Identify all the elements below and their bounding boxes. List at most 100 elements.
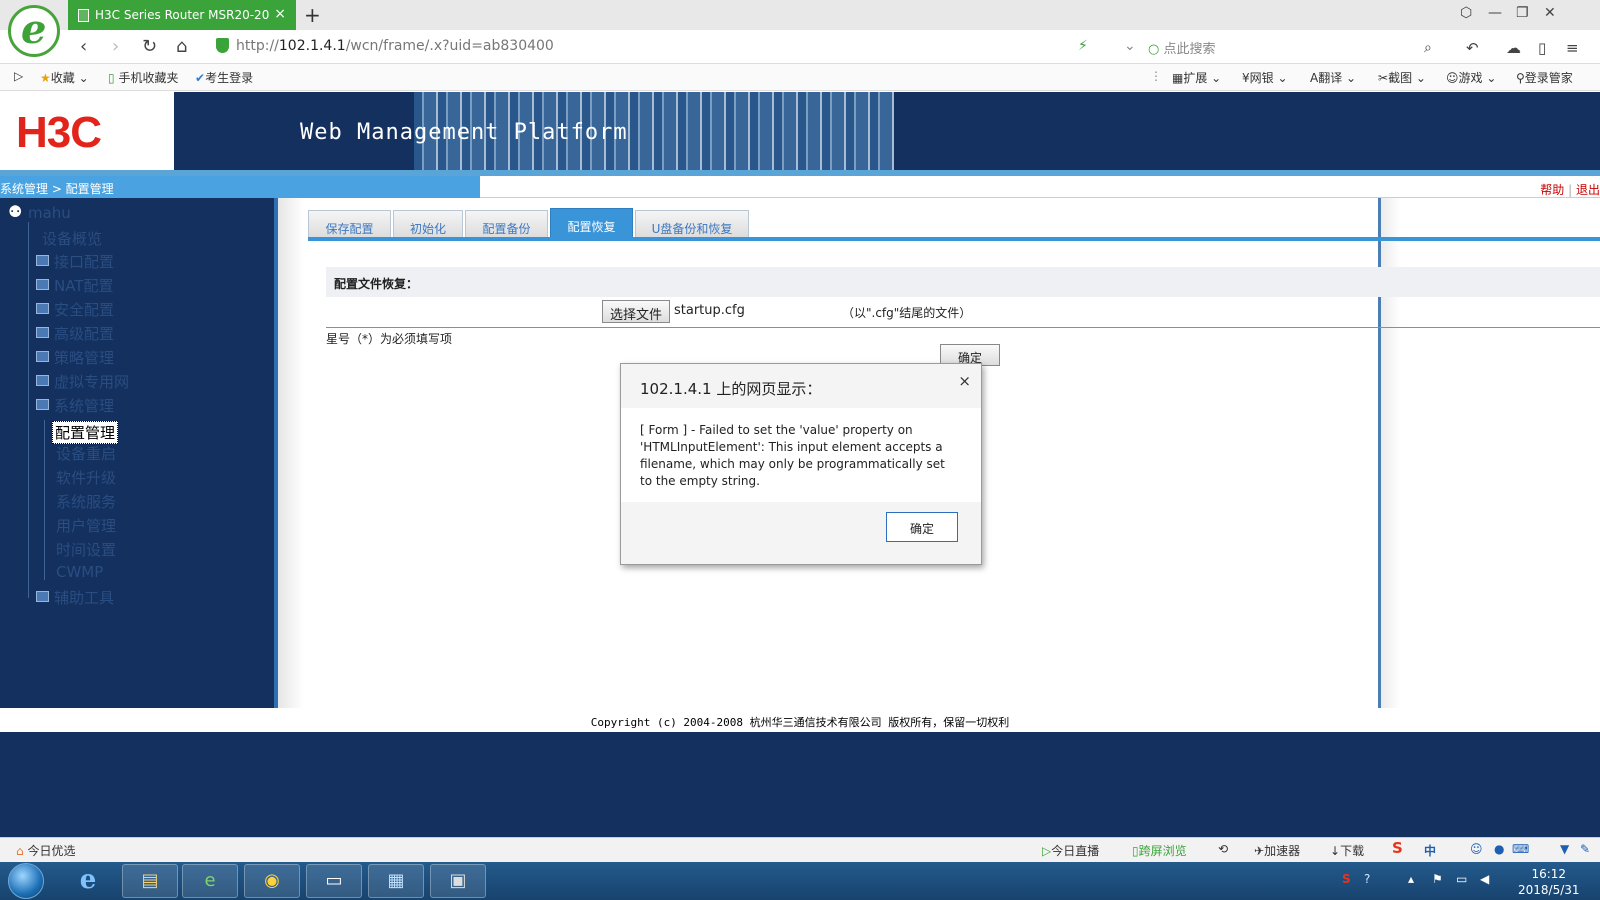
- sogou-ime-icon[interactable]: S: [1392, 839, 1403, 857]
- browser-taskbar-icon[interactable]: e: [182, 864, 238, 898]
- expand-icon[interactable]: [36, 279, 49, 290]
- speed-icon[interactable]: ⚡: [1078, 38, 1088, 54]
- sidebar-subitem-config-mgmt[interactable]: 配置管理: [52, 421, 119, 444]
- daily-picks[interactable]: ⌂ 今日优选: [16, 842, 75, 859]
- tool-games[interactable]: ☺游戏 ⌄: [1446, 69, 1496, 86]
- tray-help-icon[interactable]: ?: [1364, 872, 1370, 886]
- browser-logo-icon[interactable]: e: [8, 5, 60, 57]
- phone-icon[interactable]: ▯: [1538, 39, 1546, 57]
- sidebar-subitem-time[interactable]: 时间设置: [56, 539, 116, 560]
- search-input[interactable]: ○ 点此搜索: [1148, 38, 1438, 57]
- tab-config-backup[interactable]: 配置备份: [465, 210, 548, 238]
- tray-flag-icon[interactable]: ⚑: [1432, 872, 1443, 886]
- tool-extensions[interactable]: ▦扩展 ⌄: [1172, 69, 1221, 86]
- bookmark-exam-login[interactable]: ✔考生登录: [195, 69, 253, 86]
- ie-icon[interactable]: e: [60, 864, 116, 898]
- alert-dialog: 102.1.4.1 上的网页显示： × [ Form ] - Failed to…: [620, 363, 982, 565]
- tray-sogou-icon[interactable]: S: [1342, 872, 1351, 886]
- new-tab-button[interactable]: +: [304, 3, 321, 27]
- dialog-ok-button[interactable]: 确定: [886, 512, 958, 542]
- sidebar-subitem-upgrade[interactable]: 软件升级: [56, 467, 116, 488]
- chrome-icon[interactable]: ◉: [244, 864, 300, 898]
- bookmark-mobile[interactable]: ▯ 手机收藏夹: [108, 69, 178, 86]
- expand-icon[interactable]: [36, 327, 49, 338]
- restore-button[interactable]: ❐: [1516, 5, 1529, 21]
- sidebar-subitem-services[interactable]: 系统服务: [56, 491, 116, 512]
- cloud-icon[interactable]: ☁: [1506, 39, 1521, 57]
- system-clock[interactable]: 16:12 2018/5/31: [1518, 866, 1580, 898]
- shirt-icon[interactable]: ▼: [1560, 842, 1569, 856]
- home-icon[interactable]: ⌂: [176, 36, 187, 57]
- skin-icon[interactable]: ⬡: [1460, 5, 1472, 21]
- tray-network-icon[interactable]: ▭: [1456, 872, 1467, 886]
- sidebar-item-system[interactable]: 系统管理: [54, 395, 114, 416]
- mic-icon[interactable]: ●: [1494, 842, 1504, 856]
- tab-save-config[interactable]: 保存配置: [308, 210, 391, 238]
- menu-icon[interactable]: ≡: [1566, 39, 1579, 57]
- cmd-icon[interactable]: ▭: [306, 864, 362, 898]
- sidebar-item-vpn[interactable]: 虚拟专用网: [54, 371, 129, 392]
- expand-icon[interactable]: [36, 351, 49, 362]
- sidebar-user[interactable]: mahu: [28, 204, 71, 222]
- sidebar-subitem-cwmp[interactable]: CWMP: [56, 563, 103, 581]
- status-accelerator[interactable]: ✈加速器: [1254, 842, 1300, 859]
- tool-translate[interactable]: A翻译 ⌄: [1310, 69, 1356, 86]
- status-live[interactable]: ▷今日直播: [1042, 842, 1099, 859]
- dialog-close-icon[interactable]: ×: [958, 372, 971, 390]
- sidebar-item-advanced[interactable]: 高级配置: [54, 323, 114, 344]
- tool-bank[interactable]: ¥网银 ⌄: [1242, 69, 1288, 86]
- dropdown-chevron-icon[interactable]: ⌄: [1124, 38, 1136, 54]
- sidebar-subitem-users[interactable]: 用户管理: [56, 515, 116, 536]
- status-cross-screen[interactable]: ▯跨屏浏览: [1132, 842, 1187, 859]
- history-icon[interactable]: ⟲: [1218, 842, 1228, 856]
- sidebar-item-policy[interactable]: 策略管理: [54, 347, 114, 368]
- start-button[interactable]: [8, 863, 44, 899]
- choose-file-button[interactable]: 选择文件: [602, 300, 670, 323]
- sidebar-item-nat[interactable]: NAT配置: [54, 275, 113, 296]
- status-download[interactable]: ↓下载: [1330, 842, 1364, 859]
- tab-config-restore[interactable]: 配置恢复: [550, 208, 633, 238]
- tool-screenshot[interactable]: ✂截图 ⌄: [1378, 69, 1426, 86]
- expand-icon[interactable]: [36, 591, 49, 602]
- back-icon[interactable]: ‹: [80, 36, 87, 57]
- security-shield-icon[interactable]: [216, 38, 229, 53]
- sidebar-subitem-reboot[interactable]: 设备重启: [56, 443, 116, 464]
- more-icon[interactable]: ⋮: [1150, 69, 1162, 83]
- tab-usb-backup[interactable]: U盘备份和恢复: [635, 210, 749, 238]
- expand-icon[interactable]: [36, 303, 49, 314]
- ime-mode[interactable]: 中: [1424, 842, 1436, 859]
- forward-icon[interactable]: ›: [112, 36, 119, 57]
- tab-close-icon[interactable]: ×: [274, 6, 286, 22]
- explorer-icon[interactable]: ▤: [122, 864, 178, 898]
- keyboard-icon[interactable]: ⌨: [1512, 842, 1529, 856]
- sidebar-item-interface[interactable]: 接口配置: [54, 251, 114, 272]
- play-icon: ▷: [1042, 844, 1052, 858]
- tool-login-manager[interactable]: ⚲登录管家: [1516, 69, 1573, 86]
- expand-icon[interactable]: [36, 255, 49, 266]
- minimize-button[interactable]: —: [1488, 5, 1502, 21]
- logout-link[interactable]: 退出: [1576, 183, 1600, 197]
- content-shadow: [278, 198, 304, 708]
- sidebar-item-security[interactable]: 安全配置: [54, 299, 114, 320]
- app-window-icon[interactable]: ▣: [430, 864, 486, 898]
- emoji-icon[interactable]: ☺: [1470, 842, 1483, 856]
- sidebar-toggle-icon[interactable]: ▷: [14, 69, 23, 83]
- sidebar-item-tools[interactable]: 辅助工具: [54, 587, 114, 608]
- tab-initialize[interactable]: 初始化: [393, 210, 463, 238]
- expand-icon[interactable]: [36, 375, 49, 386]
- help-link[interactable]: 帮助: [1540, 183, 1564, 197]
- sidebar-item-overview[interactable]: 设备概览: [42, 228, 102, 249]
- close-window-button[interactable]: ✕: [1544, 5, 1556, 21]
- network-app-icon[interactable]: ▦: [368, 864, 424, 898]
- url-input[interactable]: http://102.1.4.1/wcn/frame/.x?uid=ab8304…: [236, 38, 554, 54]
- platform-title: Web Management Platform: [300, 120, 628, 145]
- tray-expand-icon[interactable]: ▴: [1408, 872, 1414, 886]
- browser-tab-active[interactable]: H3C Series Router MSR20-20 ×: [68, 0, 296, 30]
- refresh-icon[interactable]: ↻: [142, 36, 157, 57]
- undo-icon[interactable]: ↶: [1466, 39, 1479, 57]
- bookmark-favorites[interactable]: ★收藏 ⌄: [40, 69, 89, 86]
- search-icon[interactable]: ⌕: [1424, 40, 1432, 56]
- wrench-icon[interactable]: ✎: [1580, 842, 1590, 856]
- tray-volume-icon[interactable]: ◀: [1480, 872, 1489, 886]
- collapse-icon[interactable]: [36, 399, 49, 410]
